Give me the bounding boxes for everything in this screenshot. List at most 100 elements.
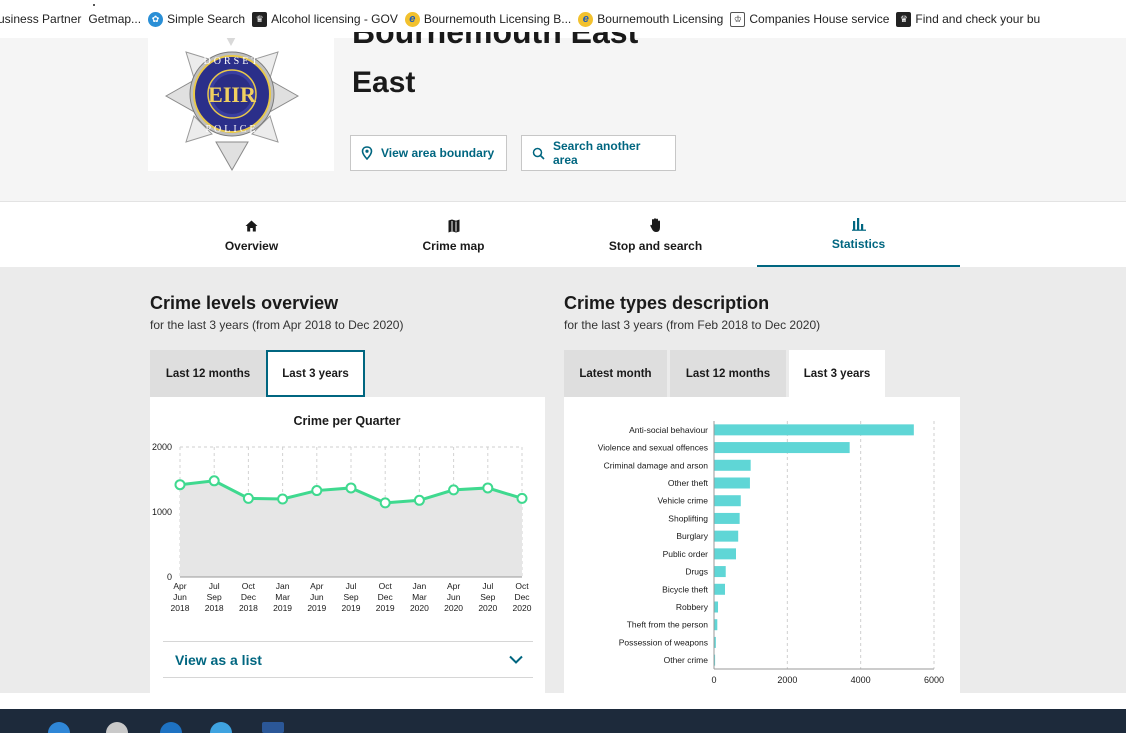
data-point [379, 497, 391, 509]
area-header: EIIR DORSET POLICE Bournemouth East East… [0, 18, 1126, 201]
bar [714, 424, 914, 436]
search-another-area-button[interactable]: Search another area [521, 135, 676, 171]
tab-overview[interactable]: Overview [150, 202, 353, 268]
crime-types-title: Crime types description [564, 293, 770, 313]
bookmark-find-and-check[interactable]: ♛ Find and check your bu [896, 11, 1040, 27]
bar [714, 512, 740, 524]
bookmark-label: Bournemouth Licensing B... [423, 12, 572, 26]
tab-types-latest-month[interactable]: Latest month [564, 350, 667, 397]
bookmark-simple-search[interactable]: ✿ Simple Search [148, 11, 246, 27]
data-point [482, 482, 494, 494]
data-point [413, 494, 425, 506]
x-tick-label: 2019 [273, 603, 292, 613]
bookmark-label: Bournemouth Licensing [597, 12, 724, 26]
x-tick-label: Oct [379, 581, 393, 591]
x-tick-label: Jun [173, 592, 187, 602]
tab-statistics[interactable]: Statistics [757, 202, 960, 268]
taskbar-app-icon[interactable] [106, 722, 128, 733]
view-area-boundary-button[interactable]: View area boundary [350, 135, 507, 171]
crime-levels-subtitle: for the last 3 years (from Apr 2018 to D… [150, 318, 404, 332]
bar [714, 459, 751, 471]
category-label: Other theft [668, 478, 709, 488]
taskbar-app-icon[interactable] [160, 722, 182, 733]
bookmark-alcohol-licensing[interactable]: ♛ Alcohol licensing - GOV [252, 11, 398, 27]
crime-levels-title: Crime levels overview [150, 293, 339, 313]
x-tick-label: Mar [275, 592, 290, 602]
bookmark-companies-house[interactable]: ♔ Companies House service [730, 11, 890, 27]
x-tick-label: Sep [207, 592, 222, 602]
bookmark-label: Alcohol licensing - GOV [271, 12, 398, 26]
x-tick-label: Jul [346, 581, 357, 591]
x-tick-label: 2000 [777, 675, 797, 685]
x-tick-label: 2018 [171, 603, 190, 613]
bar [714, 477, 750, 489]
data-point [277, 493, 289, 505]
gov-icon: ♛ [896, 11, 912, 27]
hand-icon [649, 218, 662, 234]
x-tick-label: Dec [514, 592, 530, 602]
svg-text:EIIR: EIIR [208, 82, 257, 107]
internet-explorer-icon[interactable] [210, 722, 232, 733]
y-tick-label: 1000 [152, 507, 172, 517]
x-tick-label: Jul [482, 581, 493, 591]
x-tick-label: 2020 [410, 603, 429, 613]
tab-levels-last-12-months[interactable]: Last 12 months [150, 350, 266, 397]
y-tick-label: 0 [167, 572, 172, 582]
bookmark-business-partner[interactable]: usiness Partner [0, 12, 81, 26]
crime-types-chart: 0 2000 4000 6000 Anti-social behaviour Violen… [598, 421, 944, 685]
crime-per-quarter-chart: Crime per Quarter010002000AprJun2018JulS… [152, 414, 532, 613]
x-tick-label: Apr [310, 581, 323, 591]
bar [714, 495, 741, 507]
category-label: Robbery [676, 602, 709, 612]
bookmark-label: Simple Search [167, 12, 246, 26]
tab-crime-map[interactable]: Crime map [352, 202, 555, 268]
data-point [448, 484, 460, 496]
tab-crime-map-label: Crime map [422, 238, 485, 253]
crime-types-subtitle: for the last 3 years (from Feb 2018 to D… [564, 318, 821, 332]
bookmark-label: Companies House service [749, 12, 890, 26]
chart-title: Crime per Quarter [294, 414, 401, 428]
windows-taskbar [0, 709, 1126, 733]
bar [714, 601, 719, 613]
search-icon [532, 147, 545, 160]
crime-types-panel: 0 2000 4000 6000 Anti-social behaviour Violen… [564, 397, 960, 693]
tab-types-last-3-years[interactable]: Last 3 years [789, 350, 885, 397]
x-tick-label: 2019 [342, 603, 361, 613]
x-tick-label: 2018 [205, 603, 224, 613]
bar [714, 566, 726, 578]
category-label: Drugs [685, 567, 708, 577]
bookmark-getmap[interactable]: Getmap... [88, 12, 141, 26]
bar [714, 442, 850, 454]
ie-icon: e [404, 11, 420, 27]
tab-types-last-12-months[interactable]: Last 12 months [670, 350, 786, 397]
word-icon[interactable] [262, 722, 284, 733]
dorset-police-badge-icon: EIIR DORSET POLICE [164, 18, 300, 172]
category-label: Criminal damage and arson [604, 460, 709, 470]
tab-stop-and-search-label: Stop and search [608, 238, 703, 253]
tab-statistics-label: Statistics [831, 237, 886, 251]
bookmark-bournemouth-licensing[interactable]: e Bournemouth Licensing [578, 11, 724, 27]
search-another-area-label: Search another area [553, 139, 641, 167]
x-tick-label: 2019 [307, 603, 326, 613]
bookmark-label: Getmap... [88, 12, 142, 26]
tab-levels-last-3-years[interactable]: Last 3 years [266, 350, 365, 397]
gov-icon: ♛ [252, 11, 268, 27]
data-point [516, 492, 528, 504]
view-area-boundary-label: View area boundary [381, 146, 495, 160]
divider-dot [93, 4, 95, 6]
category-label: Other crime [664, 655, 709, 665]
view-as-list-label: View as a list [175, 651, 262, 668]
category-label: Bicycle theft [662, 584, 708, 594]
category-label: Public order [663, 549, 709, 559]
view-as-list-toggle[interactable]: View as a list [163, 641, 533, 678]
start-search-icon[interactable] [48, 722, 70, 733]
chevron-down-icon [509, 655, 523, 664]
svg-text:POLICE: POLICE [206, 124, 259, 135]
x-tick-label: Jan [276, 581, 290, 591]
police-logo: EIIR DORSET POLICE [148, 18, 334, 172]
x-tick-label: Sep [480, 592, 495, 602]
y-tick-label: 2000 [152, 442, 172, 452]
bookmark-bournemouth-licensing-b[interactable]: e Bournemouth Licensing B... [404, 11, 572, 27]
tab-stop-and-search[interactable]: Stop and search [554, 202, 757, 268]
map-icon [448, 218, 460, 234]
